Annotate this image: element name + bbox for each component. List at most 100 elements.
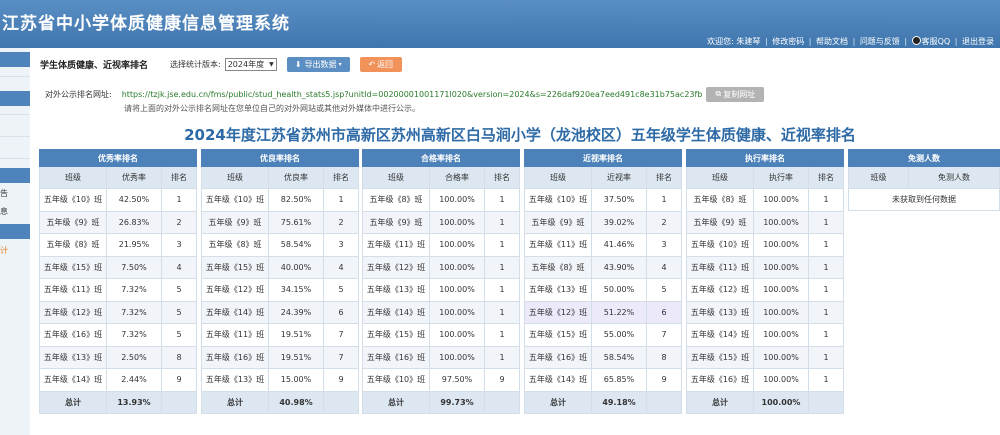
sidebar-item-label[interactable]: 息 — [0, 206, 8, 217]
column-header[interactable]: 排名 — [322, 166, 360, 189]
table-cell: 100.00% — [753, 233, 809, 257]
version-select[interactable]: 2024年度 ▼ — [224, 57, 277, 71]
table-cell: 100.00% — [753, 210, 809, 234]
export-label: 导出数据 — [304, 59, 337, 69]
table-row: 五年级《16》班 19.51% 7 — [201, 345, 360, 369]
table-cell: 7 — [322, 345, 360, 369]
table-cell: 9 — [645, 368, 683, 392]
table-cell: 1 — [483, 323, 521, 347]
public-url-value[interactable]: https://tzjk.jse.edu.cn/fms/public/stud_… — [122, 90, 703, 99]
column-header[interactable]: 班级 — [686, 166, 754, 189]
sidebar-item-label[interactable]: 告 — [0, 188, 8, 199]
table-cell: 100.00% — [753, 300, 809, 324]
table-cell: 58.54% — [591, 345, 647, 369]
total-value: 100.00% — [753, 390, 809, 414]
table-cell: 43.90% — [591, 255, 647, 279]
execution-rate-table: 执行率排名 班级 执行率 排名 五年级《8》班 100.00% 1 五年级《9》班 100.00… — [685, 149, 845, 414]
column-header[interactable]: 班级 — [524, 166, 592, 189]
table-cell: 五年级《13》班 — [524, 278, 592, 302]
table-cell: 24.39% — [268, 300, 324, 324]
total-rank — [160, 390, 198, 414]
table-cell: 6 — [645, 300, 683, 324]
back-button[interactable]: ↶ 返回 — [359, 56, 402, 72]
table-cell: 五年级《15》班 — [686, 345, 754, 369]
public-url-row: 对外公示排名网址: https://tzjk.jse.edu.cn/fms/pu… — [45, 86, 765, 102]
table-row: 五年级《9》班 75.61% 2 — [201, 210, 360, 234]
table-cell: 100.00% — [753, 188, 809, 212]
table-row: 五年级《16》班 100.00% 1 — [686, 368, 845, 392]
sidebar-section-header[interactable] — [0, 224, 30, 239]
table-cell: 五年级《16》班 — [524, 345, 592, 369]
table-cell: 100.00% — [429, 278, 485, 302]
table-cell: 7.50% — [106, 255, 162, 279]
table-row: 五年级《12》班 34.15% 5 — [201, 278, 360, 302]
total-label: 总计 — [362, 390, 430, 414]
table-row: 五年级《12》班 100.00% 1 — [362, 255, 521, 279]
public-url-hint: 请将上面的对外公示排名网址在您单位自己的对外网站或其他对外媒体中进行公示。 — [124, 104, 420, 113]
table-row: 五年级《10》班 42.50% 1 — [39, 188, 198, 212]
version-value: 2024年度 — [227, 59, 265, 69]
table-cell: 40.00% — [268, 255, 324, 279]
feedback-link[interactable]: 问题与反馈 — [860, 37, 900, 46]
table-row: 五年级《8》班 100.00% 1 — [362, 188, 521, 212]
logout-link[interactable]: 退出登录 — [962, 37, 994, 46]
table-caption: 合格率排名 — [361, 149, 521, 167]
column-header[interactable]: 排名 — [645, 166, 683, 189]
table-cell: 7 — [322, 323, 360, 347]
table-cell: 五年级《10》班 — [39, 188, 107, 212]
service-qq-link[interactable]: 客服QQ — [922, 37, 951, 46]
help-docs-link[interactable]: 帮助文档 — [816, 37, 848, 46]
table-cell: 1 — [483, 255, 521, 279]
column-header[interactable]: 班级 — [362, 166, 430, 189]
table-cell: 五年级《9》班 — [201, 210, 269, 234]
table-cell: 五年级《10》班 — [524, 188, 592, 212]
column-header[interactable]: 优良率 — [268, 166, 324, 189]
column-header[interactable]: 班级 — [848, 166, 909, 189]
column-header[interactable]: 班级 — [39, 166, 107, 189]
table-cell: 五年级《9》班 — [524, 210, 592, 234]
toolbar: 学生体质健康、近视率排名 选择统计版本: 2024年度 ▼ ⬇ 导出数据 ▾ ↶ 返回 — [40, 56, 402, 72]
table-cell: 五年级《10》班 — [201, 188, 269, 212]
table-cell: 55.00% — [591, 323, 647, 347]
table-cell: 100.00% — [753, 255, 809, 279]
column-header[interactable]: 免测人数 — [908, 166, 1000, 189]
table-cell: 7.32% — [106, 300, 162, 324]
export-data-button[interactable]: ⬇ 导出数据 ▾ — [286, 56, 350, 72]
column-header[interactable]: 优秀率 — [106, 166, 162, 189]
table-cell: 2 — [160, 210, 198, 234]
table-cell: 100.00% — [753, 278, 809, 302]
column-header[interactable]: 执行率 — [753, 166, 809, 189]
change-password-link[interactable]: 修改密码 — [772, 37, 804, 46]
sidebar-section-header[interactable] — [0, 91, 30, 106]
table-row: 五年级《12》班 7.32% 5 — [39, 300, 198, 324]
table-cell: 1 — [322, 188, 360, 212]
table-cell: 97.50% — [429, 368, 485, 392]
copy-url-button[interactable]: ⧉ 复制网址 — [706, 86, 765, 102]
table-row: 五年级《16》班 58.54% 8 — [524, 345, 683, 369]
table-cell: 五年级《8》班 — [201, 233, 269, 257]
column-header[interactable]: 合格率 — [429, 166, 485, 189]
table-caption: 优秀率排名 — [38, 149, 198, 167]
myopia-rate-table: 近视率排名 班级 近视率 排名 五年级《10》班 37.50% 1 五年级《9》班 39.02%… — [523, 149, 683, 414]
column-header[interactable]: 近视率 — [591, 166, 647, 189]
table-cell: 100.00% — [753, 345, 809, 369]
column-header[interactable]: 排名 — [160, 166, 198, 189]
sidebar: 告 息 计 — [0, 48, 30, 435]
table-row: 五年级《9》班 100.00% 1 — [686, 210, 845, 234]
table-row: 五年级《13》班 15.00% 9 — [201, 368, 360, 392]
sidebar-section-header[interactable] — [0, 52, 30, 67]
table-row: 五年级《15》班 100.00% 1 — [362, 323, 521, 347]
table-cell: 75.61% — [268, 210, 324, 234]
table-row: 五年级《15》班 40.00% 4 — [201, 255, 360, 279]
column-header[interactable]: 班级 — [201, 166, 269, 189]
sidebar-item-label[interactable]: 计 — [0, 245, 8, 256]
table-row: 五年级《14》班 65.85% 9 — [524, 368, 683, 392]
sidebar-section-header[interactable] — [0, 168, 30, 183]
column-header[interactable]: 排名 — [483, 166, 521, 189]
table-cell: 100.00% — [429, 323, 485, 347]
table-cell: 9 — [322, 368, 360, 392]
table-cell: 1 — [645, 188, 683, 212]
table-cell: 7.32% — [106, 278, 162, 302]
table-cell: 五年级《8》班 — [524, 255, 592, 279]
column-header[interactable]: 排名 — [807, 166, 845, 189]
